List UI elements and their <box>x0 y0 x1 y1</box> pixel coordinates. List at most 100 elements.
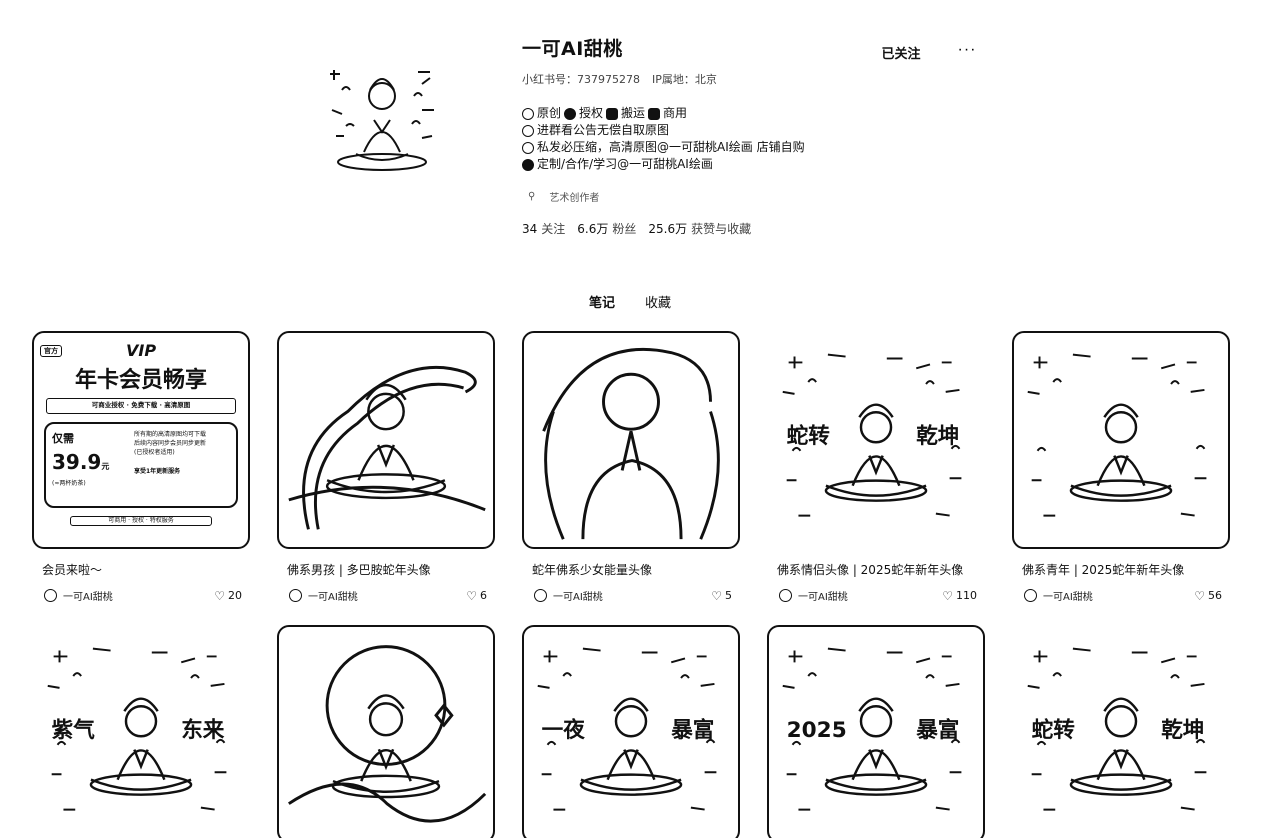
illustration-art: 蛇转 乾坤 <box>1027 647 1207 811</box>
note-author[interactable]: 一可AI甜桃 <box>1043 588 1194 603</box>
like-button[interactable]: ♡ 110 <box>942 589 977 603</box>
stat-following[interactable]: 34 关注 <box>522 220 565 237</box>
note-cover-image[interactable] <box>522 331 740 549</box>
note-card[interactable]: 一夜 暴富 <box>522 625 742 838</box>
like-count: 110 <box>956 589 977 602</box>
note-cover-image[interactable]: 一夜 暴富 <box>522 625 740 838</box>
box-icon <box>648 107 661 120</box>
tab-notes[interactable]: 笔记 <box>587 290 617 313</box>
author-avatar[interactable] <box>289 589 302 602</box>
note-title[interactable]: 会员来啦～ <box>32 561 252 578</box>
note-footer: 一可AI甜桃 ♡ 6 <box>277 588 497 603</box>
like-count: 6 <box>480 589 487 602</box>
vip-promo-art: 官方 VIP 年卡会员畅享 可商业授权 · 免费下载 · 高清原图 仅需 39.9元 (≈两… <box>34 333 248 534</box>
art-text-right: 乾坤 <box>1161 717 1204 743</box>
note-cover-image[interactable]: 紫气 东来 <box>32 625 250 838</box>
art-text-left: 蛇转 <box>787 423 831 449</box>
bio-line-private: 私发必压缩，高清原图@一可甜桃AI绘画 店铺自购 <box>522 139 982 156</box>
note-cover-image[interactable]: 蛇转 乾坤 <box>1012 625 1230 838</box>
note-title[interactable]: 佛系男孩 | 多巴胺蛇年头像 <box>277 561 497 578</box>
bio-line-rights: 原创 授权 搬运 商用 <box>522 105 982 122</box>
like-count: 5 <box>725 589 732 602</box>
profile-stats: 34 关注 6.6万 粉丝 25.6万 获赞与收藏 <box>522 220 982 237</box>
profile-info: 一可AI甜桃 小红书号：737975278 IP属地：北京 原创 授权 搬运 商… <box>522 34 982 237</box>
tab-collections[interactable]: 收藏 <box>643 290 673 313</box>
note-card[interactable]: 蛇转 乾坤 <box>1012 625 1232 838</box>
heart-icon: ♡ <box>711 588 722 603</box>
heart-icon: ♡ <box>942 588 953 603</box>
heart-icon: ♡ <box>214 588 225 603</box>
like-button[interactable]: ♡ 5 <box>711 589 732 603</box>
illustration-art: 2025 暴富 <box>782 647 962 811</box>
illustration-art <box>288 365 486 530</box>
note-cover-image[interactable] <box>277 625 495 838</box>
stat-likes: 25.6万 获赞与收藏 <box>648 222 752 236</box>
illustration-art: 紫气 东来 <box>47 647 227 811</box>
note-author[interactable]: 一可AI甜桃 <box>798 588 942 603</box>
art-text-right: 乾坤 <box>916 423 959 449</box>
check-icon <box>564 107 577 120</box>
bulb-icon <box>522 124 534 137</box>
art-text-left: 紫气 <box>52 717 96 743</box>
art-text-left: 蛇转 <box>1032 717 1076 743</box>
author-avatar[interactable] <box>534 589 547 602</box>
heart-icon: ♡ <box>1194 588 1205 603</box>
note-cover-image[interactable]: 蛇转 乾坤 <box>767 331 985 549</box>
illustration-art <box>542 347 720 540</box>
profile-tag: ⚲ 艺术创作者 <box>528 191 600 204</box>
note-cover-image[interactable] <box>1012 331 1230 549</box>
note-card[interactable]: 蛇年佛系少女能量头像 一可AI甜桃 ♡ 5 <box>522 331 742 603</box>
like-button[interactable]: ♡ 6 <box>466 589 487 603</box>
stat-followers[interactable]: 6.6万 粉丝 <box>577 220 636 237</box>
note-footer: 一可AI甜桃 ♡ 110 <box>767 588 987 603</box>
bio-line-group: 进群看公告无偿自取原图 <box>522 122 982 139</box>
note-footer: 一可AI甜桃 ♡ 20 <box>32 588 252 603</box>
note-cover-image[interactable]: 官方 VIP 年卡会员畅享 可商业授权 · 免费下载 · 高清原图 仅需 39.9元 (≈两… <box>32 331 250 549</box>
note-title[interactable]: 佛系情侣头像 | 2025蛇年新年头像 <box>767 561 987 578</box>
art-text-right: 暴富 <box>915 717 959 743</box>
location-pin-icon: ⚲ <box>528 191 536 202</box>
note-cover-image[interactable]: 2025 暴富 <box>767 625 985 838</box>
sparkle-icon <box>522 141 534 154</box>
author-avatar[interactable] <box>44 589 57 602</box>
more-options-button[interactable]: ··· <box>952 38 982 62</box>
note-card[interactable]: 佛系青年 | 2025蛇年新年头像 一可AI甜桃 ♡ 56 <box>1012 331 1232 603</box>
note-footer: 一可AI甜桃 ♡ 5 <box>522 588 742 603</box>
note-card[interactable] <box>277 625 497 838</box>
note-cover-image[interactable] <box>277 331 495 549</box>
profile-avatar[interactable] <box>318 50 448 180</box>
art-text-right: 暴富 <box>670 717 714 743</box>
note-title[interactable]: 蛇年佛系少女能量头像 <box>522 561 742 578</box>
chat-icon <box>522 158 534 171</box>
illustration-art: 蛇转 乾坤 <box>782 353 962 517</box>
note-author[interactable]: 一可AI甜桃 <box>308 588 466 603</box>
note-footer: 一可AI甜桃 ♡ 56 <box>1012 588 1232 603</box>
profile-bio: 原创 授权 搬运 商用 进群看公告无偿自取原图 私发必压缩，高清原图@一可甜桃A… <box>522 105 982 173</box>
art-text-left: 2025 <box>787 718 847 743</box>
like-button[interactable]: ♡ 20 <box>214 589 242 603</box>
author-avatar[interactable] <box>779 589 792 602</box>
heart-icon: ♡ <box>466 588 477 603</box>
illustration-art <box>288 645 487 823</box>
puzzle-icon <box>522 107 534 120</box>
author-avatar[interactable] <box>1024 589 1037 602</box>
note-title[interactable]: 佛系青年 | 2025蛇年新年头像 <box>1012 561 1232 578</box>
note-author[interactable]: 一可AI甜桃 <box>553 588 711 603</box>
like-count: 20 <box>228 589 242 602</box>
note-card[interactable]: 蛇转 乾坤 佛系情侣头像 | 2025蛇年新年头像 一可AI甜桃 ♡ 110 <box>767 331 987 603</box>
bio-line-custom: 定制/合作/学习@一可甜桃AI绘画 <box>522 156 982 173</box>
note-card[interactable]: 官方 VIP 年卡会员畅享 可商业授权 · 免费下载 · 高清原图 仅需 39.9元 (≈两… <box>32 331 252 603</box>
art-text-right: 东来 <box>181 717 225 743</box>
illustration-art: 一夜 暴富 <box>537 647 717 811</box>
note-card[interactable]: 2025 暴富 <box>767 625 987 838</box>
like-count: 56 <box>1208 589 1222 602</box>
note-card[interactable]: 紫气 东来 <box>32 625 252 838</box>
follow-button[interactable]: 已关注 <box>872 40 930 64</box>
profile-tabs: 笔记 收藏 <box>0 290 1260 313</box>
art-text-left: 一夜 <box>542 717 586 743</box>
like-button[interactable]: ♡ 56 <box>1194 589 1222 603</box>
illustration-art <box>1027 353 1207 517</box>
profile-meta: 小红书号：737975278 IP属地：北京 <box>522 71 982 87</box>
note-card[interactable]: 佛系男孩 | 多巴胺蛇年头像 一可AI甜桃 ♡ 6 <box>277 331 497 603</box>
note-author[interactable]: 一可AI甜桃 <box>63 588 214 603</box>
